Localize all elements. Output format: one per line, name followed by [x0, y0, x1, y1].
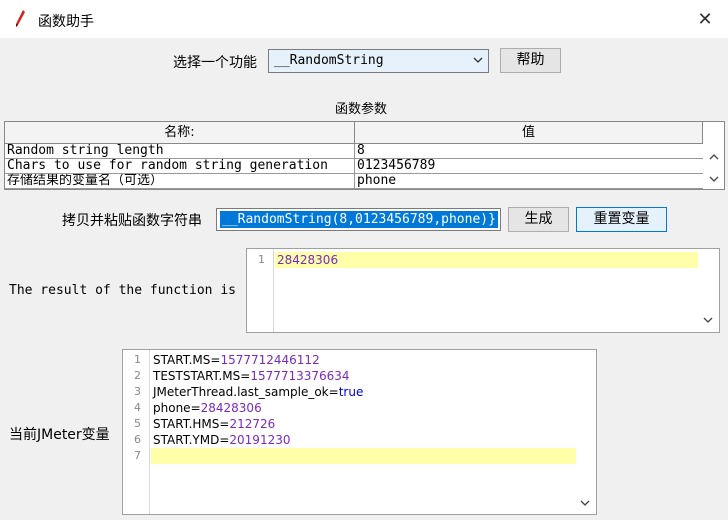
table-row[interactable]: 存储结果的变量名（可选） phone	[5, 174, 703, 189]
equals-sign: =	[219, 417, 230, 431]
result-scrollbar[interactable]	[699, 249, 717, 332]
generate-button[interactable]: 生成	[508, 207, 569, 232]
variable-key: phone	[153, 401, 191, 415]
variable-line: phone=28428306	[153, 400, 262, 416]
variable-line: TESTSTART.MS=1577713376634	[153, 368, 350, 384]
current-line-highlight	[151, 448, 576, 464]
window-title: 函数助手	[38, 14, 94, 30]
close-button[interactable]: ✕	[690, 6, 720, 34]
params-section-title: 函数参数	[335, 102, 388, 117]
chevron-up-icon[interactable]	[708, 152, 720, 162]
function-string-value: __RandomString(8,0123456789,phone)}	[220, 211, 498, 228]
line-number: 2	[134, 369, 141, 382]
param-value-cell[interactable]: 0123456789	[355, 159, 703, 174]
column-header-name[interactable]: 名称:	[5, 122, 355, 143]
help-button[interactable]: 帮助	[500, 48, 561, 73]
variable-key: TESTSTART.MS	[153, 369, 241, 383]
variables-scrollbar[interactable]	[576, 350, 594, 514]
line-number: 1	[134, 353, 141, 366]
variable-key: START.HMS	[153, 417, 220, 431]
function-dropdown[interactable]: __RandomString	[268, 49, 489, 73]
equals-sign: =	[210, 353, 221, 367]
equals-sign: =	[240, 369, 251, 383]
variable-value: 20191230	[229, 433, 291, 447]
line-number: 6	[134, 433, 141, 446]
chevron-down-icon[interactable]	[579, 498, 591, 508]
variable-value: 1577713376634	[250, 369, 350, 383]
line-number-gutter: 1 2 3 4 5 6 7	[123, 350, 150, 514]
function-select-label: 选择一个功能	[173, 55, 257, 71]
params-scrollbar[interactable]	[704, 122, 724, 189]
jmeter-variables-editor[interactable]: 1 2 3 4 5 6 7 START.MS=1577712446112 TES…	[122, 349, 597, 515]
variable-key: START.MS	[153, 353, 211, 367]
result-value: 28428306	[277, 253, 339, 267]
table-row[interactable]: Random string length 8	[5, 144, 703, 159]
title-bar: 函数助手 ✕	[0, 0, 728, 38]
column-header-value[interactable]: 值	[355, 122, 703, 143]
variable-line: START.YMD=20191230	[153, 432, 290, 448]
current-line-highlight	[275, 252, 698, 268]
result-label: The result of the function is	[9, 283, 236, 298]
line-number: 4	[134, 401, 141, 414]
variable-value: 212726	[229, 417, 276, 431]
variable-value: true	[338, 385, 364, 399]
result-editor[interactable]: 1 28428306	[246, 248, 720, 333]
line-number: 1	[258, 253, 265, 266]
line-number-gutter: 1	[247, 249, 274, 332]
equals-sign: =	[328, 385, 339, 399]
variable-value: 28428306	[200, 401, 262, 415]
line-number: 7	[134, 449, 141, 462]
feather-pen-icon	[16, 10, 25, 27]
param-name-cell[interactable]: Random string length	[5, 144, 355, 159]
function-string-field[interactable]: __RandomString(8,0123456789,phone)}	[216, 208, 501, 231]
variable-key: START.YMD	[153, 433, 220, 447]
params-table: 名称: 值 Random string length 8 Chars to us…	[4, 121, 725, 190]
param-name-cell[interactable]: 存储结果的变量名（可选）	[5, 174, 355, 189]
param-value-cell[interactable]: 8	[355, 144, 703, 159]
close-icon: ✕	[697, 9, 713, 30]
params-table-header: 名称: 值	[5, 122, 703, 144]
variable-line: JMeterThread.last_sample_ok=true	[153, 384, 363, 400]
param-value-cell[interactable]: phone	[355, 174, 703, 189]
equals-sign: =	[219, 433, 230, 447]
function-dropdown-value: __RandomString	[274, 53, 384, 68]
variable-value: 1577712446112	[220, 353, 320, 367]
table-row[interactable]: Chars to use for random string generatio…	[5, 159, 703, 174]
variable-line: START.HMS=212726	[153, 416, 275, 432]
param-name-cell[interactable]: Chars to use for random string generatio…	[5, 159, 355, 174]
chevron-down-icon[interactable]	[702, 315, 714, 325]
chevron-down-icon	[473, 57, 483, 63]
reset-variables-button[interactable]: 重置变量	[576, 207, 667, 232]
line-number: 5	[134, 417, 141, 430]
variable-key: JMeterThread.last_sample_ok	[153, 385, 329, 399]
jmeter-variables-label: 当前JMeter变量	[9, 427, 110, 443]
line-number: 3	[134, 385, 141, 398]
chevron-down-icon[interactable]	[708, 174, 720, 184]
variable-line: START.MS=1577712446112	[153, 352, 320, 368]
function-string-label: 拷贝并粘贴函数字符串	[62, 213, 202, 229]
equals-sign: =	[190, 401, 201, 415]
